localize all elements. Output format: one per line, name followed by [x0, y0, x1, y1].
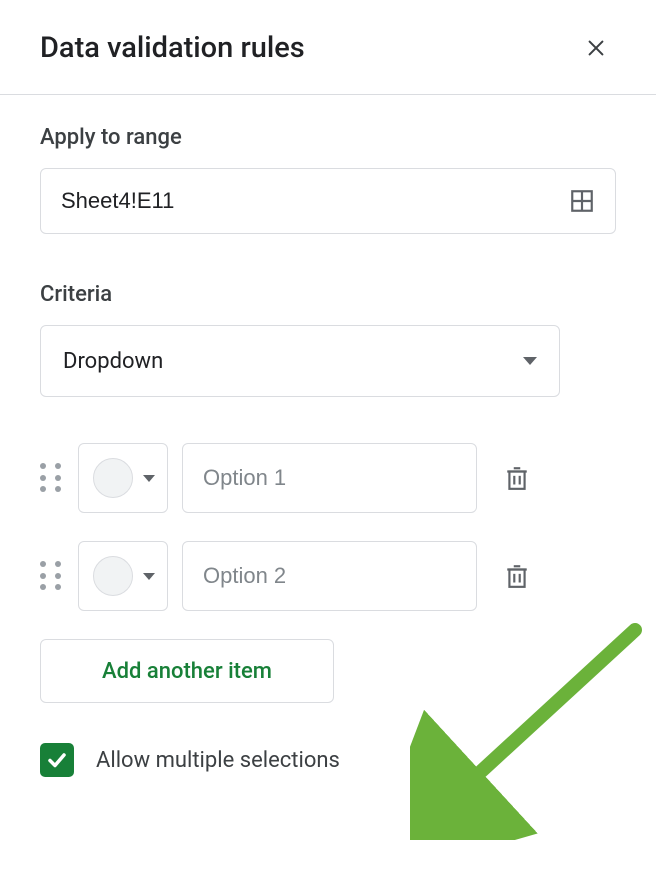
chevron-down-icon — [143, 475, 155, 482]
allow-multiple-label: Allow multiple selections — [96, 748, 340, 773]
criteria-label: Criteria — [40, 282, 616, 307]
option-row — [40, 541, 616, 611]
drag-handle-icon[interactable] — [40, 558, 64, 594]
chevron-down-icon — [143, 573, 155, 580]
add-item-label: Add another item — [102, 659, 272, 684]
drag-handle-icon[interactable] — [40, 460, 64, 496]
data-validation-panel: Data validation rules Apply to range Cri… — [0, 0, 656, 873]
add-another-item-button[interactable]: Add another item — [40, 639, 334, 703]
apply-range-field[interactable] — [40, 168, 616, 234]
chevron-down-icon — [523, 357, 537, 365]
grid-icon — [569, 188, 595, 214]
trash-icon — [504, 561, 530, 591]
select-range-button[interactable] — [567, 186, 597, 216]
allow-multiple-checkbox[interactable] — [40, 743, 74, 777]
delete-option-button[interactable] — [497, 458, 537, 498]
checkmark-icon — [45, 748, 69, 772]
allow-multiple-row: Allow multiple selections — [40, 743, 616, 777]
criteria-selected-value: Dropdown — [63, 349, 163, 374]
close-icon — [585, 37, 607, 59]
apply-range-input[interactable] — [59, 187, 567, 215]
option-row — [40, 443, 616, 513]
criteria-dropdown[interactable]: Dropdown — [40, 325, 560, 397]
close-button[interactable] — [576, 28, 616, 68]
option-color-picker[interactable] — [78, 541, 168, 611]
option-text-input[interactable] — [182, 443, 477, 513]
option-color-picker[interactable] — [78, 443, 168, 513]
color-swatch-icon — [93, 458, 133, 498]
delete-option-button[interactable] — [497, 556, 537, 596]
color-swatch-icon — [93, 556, 133, 596]
panel-title: Data validation rules — [40, 31, 305, 65]
option-text-input[interactable] — [182, 541, 477, 611]
trash-icon — [504, 463, 530, 493]
apply-range-label: Apply to range — [40, 125, 616, 150]
panel-header: Data validation rules — [0, 0, 656, 95]
panel-content: Apply to range Criteria Dropdown — [0, 95, 656, 777]
